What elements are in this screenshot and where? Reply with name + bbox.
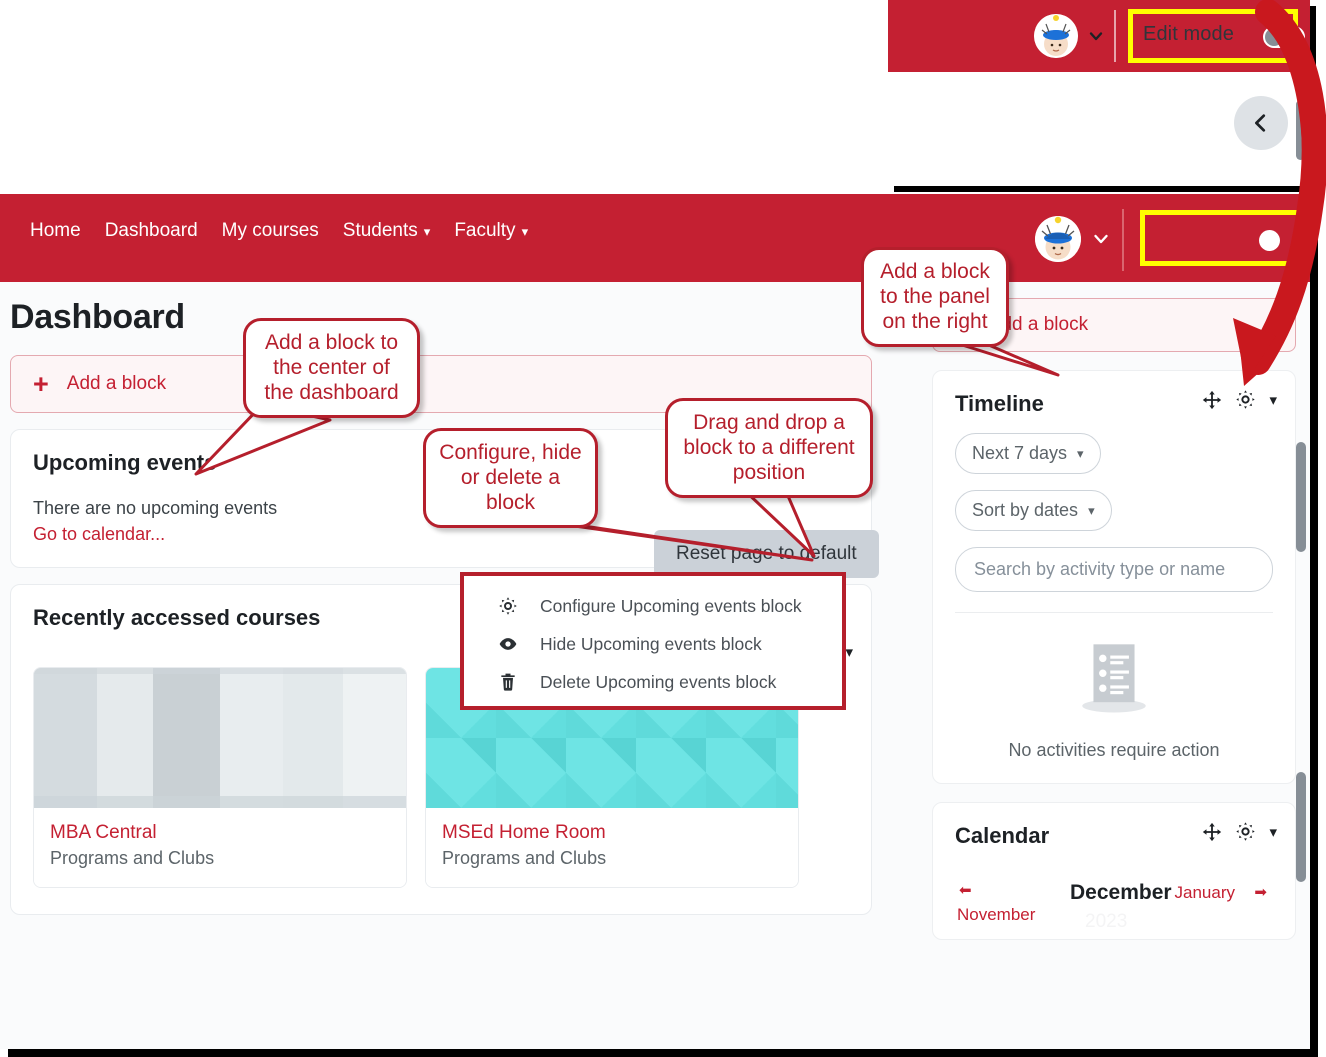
chevron-down-icon: ▾: [423, 224, 431, 239]
page-scrollbar-thumb[interactable]: [1296, 442, 1306, 552]
course-name[interactable]: MBA Central: [50, 822, 390, 844]
calendar-block: Calendar ▾ ⬅ November December 2023 Janu…: [932, 802, 1296, 940]
nav-label: My courses: [221, 220, 319, 241]
gear-icon[interactable]: [1235, 389, 1257, 411]
inset-page-body: [888, 72, 1310, 186]
menu-item-delete[interactable]: Delete Upcoming events block: [464, 663, 842, 701]
inset-avatar[interactable]: [1034, 14, 1078, 58]
add-block-label: Add a block: [66, 373, 167, 394]
gear-icon: [499, 597, 517, 615]
nav-label: Home: [30, 220, 81, 241]
course-name[interactable]: MSEd Home Room: [442, 822, 782, 844]
eye-icon: [499, 638, 517, 650]
move-icon[interactable]: [1201, 821, 1223, 843]
calendar-next-month[interactable]: January: [1175, 883, 1235, 903]
timeline-search-input[interactable]: Search by activity type or name: [955, 547, 1273, 592]
course-category: Programs and Clubs: [442, 848, 607, 868]
callout-configure-block: Configure, hide or delete a block: [423, 428, 598, 528]
callout-add-block-center: Add a block to the center of the dashboa…: [243, 318, 420, 418]
block-actions-dropdown: Configure Upcoming events block Hide Upc…: [460, 572, 846, 710]
divider: [955, 612, 1273, 613]
inset-navbar: Edit mode: [888, 0, 1310, 72]
timeline-sort[interactable]: Sort by dates ▾: [955, 490, 1112, 531]
reset-page-to-default-button[interactable]: Reset page to default: [654, 530, 879, 578]
trash-icon: [501, 673, 515, 691]
calendar-controls: ▾: [1201, 821, 1277, 843]
user-avatar[interactable]: [1035, 216, 1081, 262]
course-category: Programs and Clubs: [50, 848, 215, 868]
inset-edit-mode-toggle[interactable]: [1263, 26, 1305, 48]
timeline-block: Timeline ▾ Next 7 days ▾ Sort by dates ▾…: [932, 370, 1296, 784]
nav-item-students[interactable]: Students ▾: [343, 220, 431, 242]
chevron-down-icon[interactable]: ▾: [1269, 391, 1277, 409]
course-thumbnail: [34, 668, 406, 808]
nav-item-dashboard[interactable]: Dashboard: [105, 220, 198, 242]
inset-scrollbar-thumb[interactable]: [1296, 100, 1305, 160]
chevron-down-icon[interactable]: ▾: [1269, 823, 1277, 841]
chevron-left-icon[interactable]: [1234, 96, 1288, 150]
nav-item-my-courses[interactable]: My courses: [222, 220, 319, 242]
page-title: Dashboard: [10, 298, 185, 336]
menu-item-label: Hide Upcoming events block: [540, 633, 762, 654]
calendar-prev-month[interactable]: November: [957, 905, 1035, 925]
move-icon[interactable]: [1201, 389, 1223, 411]
user-menu-caret[interactable]: [1092, 230, 1110, 253]
screenshot-stage: Edit mode Home Dashboard My courses Stud…: [0, 0, 1326, 1057]
nav-divider: [1122, 209, 1124, 271]
nav-links: Home Dashboard My courses Students ▾ Facu…: [30, 220, 528, 242]
callout-drag-drop: Drag and drop a block to a different pos…: [665, 398, 873, 498]
nav-label: Faculty: [454, 220, 516, 241]
course-info: MSEd Home Room Programs and Clubs: [426, 808, 798, 887]
page-scrollbar-thumb-lower[interactable]: [1296, 772, 1306, 882]
timeline-date-filter-label: Next 7 days: [972, 443, 1068, 463]
inset-window: Edit mode: [888, 0, 1310, 186]
course-card[interactable]: MBA Central Programs and Clubs: [33, 667, 407, 888]
navbar: Home Dashboard My courses Students ▾ Facu…: [0, 194, 1310, 282]
chevron-down-icon: ▾: [1077, 445, 1084, 461]
gear-icon[interactable]: [1235, 821, 1257, 843]
menu-item-label: Delete Upcoming events block: [540, 671, 777, 692]
empty-list-icon: [1082, 644, 1146, 713]
menu-item-configure[interactable]: Configure Upcoming events block: [464, 587, 842, 625]
arrow-right-icon[interactable]: ➡: [1254, 883, 1267, 901]
course-info: MBA Central Programs and Clubs: [34, 808, 406, 887]
timeline-sort-label: Sort by dates: [972, 500, 1079, 520]
calendar-year: 2023: [1085, 911, 1128, 932]
timeline-date-filter[interactable]: Next 7 days ▾: [955, 433, 1101, 474]
menu-item-hide[interactable]: Hide Upcoming events block: [464, 625, 842, 663]
nav-item-faculty[interactable]: Faculty ▾: [454, 220, 528, 242]
plus-icon: +: [33, 368, 49, 399]
arrow-left-icon[interactable]: ⬅: [959, 881, 972, 899]
nav-label: Students: [342, 220, 418, 241]
chevron-down-icon: ▾: [1088, 502, 1095, 518]
timeline-controls: ▾: [1201, 389, 1277, 411]
nav-item-home[interactable]: Home: [30, 220, 81, 242]
timeline-empty-text: No activities require action: [1008, 740, 1220, 760]
timeline-empty-state: No activities require action: [955, 635, 1273, 761]
inset-edit-mode-label: Edit mode: [1143, 23, 1234, 45]
chevron-down-icon: ▾: [521, 224, 529, 239]
chevron-down-icon[interactable]: ▾: [845, 643, 853, 661]
calendar-current-month: December: [1070, 881, 1172, 904]
menu-item-label: Configure Upcoming events block: [540, 595, 802, 616]
calendar-month-nav: ⬅ November December 2023 January ➡: [955, 879, 1273, 932]
inset-user-menu-caret[interactable]: [1088, 28, 1104, 44]
nav-label: Dashboard: [104, 220, 198, 241]
right-column: + Add a block Timeline ▾: [932, 298, 1296, 940]
edit-mode-toggle-knob[interactable]: [1259, 230, 1280, 251]
callout-add-block-right: Add a block to the panel on the right: [861, 247, 1009, 347]
inset-divider: [1114, 10, 1116, 62]
